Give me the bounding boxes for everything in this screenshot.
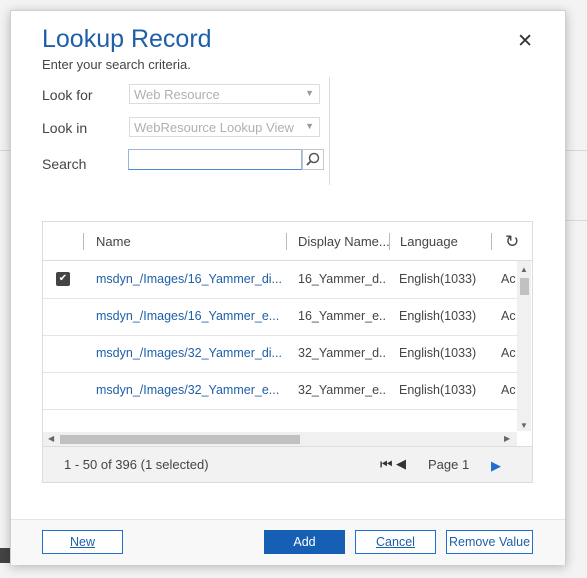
close-icon[interactable]: ✕ bbox=[517, 32, 533, 51]
scroll-right-icon[interactable]: ▶ bbox=[504, 434, 510, 443]
row-language: English(1033) bbox=[399, 309, 477, 323]
look-in-select[interactable]: WebResource Lookup View ▼ bbox=[129, 117, 320, 137]
row-status: Ac bbox=[501, 346, 516, 360]
dialog-title: Lookup Record bbox=[42, 25, 212, 53]
vertical-scrollbar[interactable]: ▲ ▼ bbox=[517, 261, 531, 431]
chevron-down-icon: ▼ bbox=[305, 88, 314, 98]
row-language: English(1033) bbox=[399, 272, 477, 286]
table-row[interactable]: msdyn_/Images/16_Yammer_e... 16_Yammer_e… bbox=[43, 298, 517, 336]
row-checkbox-checked[interactable]: ✔ bbox=[56, 272, 70, 286]
search-input[interactable] bbox=[128, 149, 302, 170]
table-row[interactable]: ✔ msdyn_/Images/16_Yammer_di... 16_Yamme… bbox=[43, 261, 517, 299]
row-name-link[interactable]: msdyn_/Images/16_Yammer_e... bbox=[96, 309, 283, 323]
cancel-button[interactable]: Cancel bbox=[355, 530, 436, 554]
search-button[interactable] bbox=[302, 149, 324, 170]
row-status: Ac bbox=[501, 383, 516, 397]
search-icon bbox=[306, 152, 320, 166]
row-status: Ac bbox=[501, 272, 516, 286]
first-page-icon[interactable]: ⏮ bbox=[380, 456, 393, 473]
column-separator[interactable] bbox=[286, 233, 287, 250]
remove-value-button-label: Remove Value bbox=[448, 535, 531, 549]
chevron-down-icon: ▼ bbox=[305, 121, 314, 131]
row-name-link[interactable]: msdyn_/Images/32_Yammer_di... bbox=[96, 346, 283, 360]
next-page-icon[interactable]: ▶ bbox=[491, 458, 501, 474]
grid-header: Name Display Name... Language ↻ bbox=[43, 222, 532, 261]
column-separator bbox=[83, 233, 84, 250]
dialog-footer: New Add Cancel Remove Value bbox=[11, 519, 565, 565]
grid-footer: 1 - 50 of 396 (1 selected) ⏮ ◀ Page 1 ▶ bbox=[43, 446, 532, 482]
background-divider bbox=[0, 150, 10, 151]
row-name-link[interactable]: msdyn_/Images/32_Yammer_e... bbox=[96, 383, 283, 397]
row-language: English(1033) bbox=[399, 346, 477, 360]
look-in-value: WebResource Lookup View bbox=[134, 120, 294, 135]
row-display-name: 32_Yammer_e... bbox=[298, 383, 386, 397]
page-indicator: Page 1 bbox=[428, 457, 470, 472]
scroll-thumb[interactable] bbox=[520, 278, 529, 295]
search-label: Search bbox=[42, 156, 87, 172]
remove-value-button[interactable]: Remove Value bbox=[446, 530, 533, 554]
background-divider bbox=[564, 150, 587, 151]
background-divider bbox=[564, 220, 587, 221]
look-for-select[interactable]: Web Resource ▼ bbox=[129, 84, 320, 104]
column-header-display-name[interactable]: Display Name... bbox=[298, 234, 390, 249]
lookup-record-dialog: Lookup Record Enter your search criteria… bbox=[10, 10, 566, 565]
look-for-label: Look for bbox=[42, 87, 93, 103]
column-separator[interactable] bbox=[389, 233, 390, 250]
previous-page-icon[interactable]: ◀ bbox=[396, 456, 406, 472]
row-name-link[interactable]: msdyn_/Images/16_Yammer_di... bbox=[96, 272, 283, 286]
horizontal-scrollbar[interactable]: ◀ ▶ bbox=[43, 432, 517, 446]
row-display-name: 32_Yammer_d... bbox=[298, 346, 386, 360]
table-row[interactable]: msdyn_/Images/32_Yammer_di... 32_Yammer_… bbox=[43, 335, 517, 373]
row-display-name: 16_Yammer_e... bbox=[298, 309, 386, 323]
scroll-thumb[interactable] bbox=[60, 435, 300, 444]
dialog-subtitle: Enter your search criteria. bbox=[42, 57, 191, 72]
look-for-value: Web Resource bbox=[134, 87, 220, 102]
column-header-name[interactable]: Name bbox=[96, 234, 131, 249]
look-in-label: Look in bbox=[42, 120, 88, 136]
column-separator[interactable] bbox=[491, 233, 492, 250]
new-button-label: New bbox=[69, 535, 95, 549]
add-button-label: Add bbox=[293, 535, 316, 549]
table-row[interactable]: msdyn_/Images/32_Yammer_e... 32_Yammer_e… bbox=[43, 372, 517, 410]
scroll-down-icon[interactable]: ▼ bbox=[520, 421, 528, 430]
row-language: English(1033) bbox=[399, 383, 477, 397]
row-status: Ac bbox=[501, 309, 516, 323]
scroll-left-icon[interactable]: ◀ bbox=[48, 434, 54, 443]
cancel-button-label: Cancel bbox=[376, 535, 415, 549]
results-grid: Name Display Name... Language ↻ ✔ msdyn_… bbox=[42, 221, 533, 483]
column-header-language[interactable]: Language bbox=[400, 234, 458, 249]
background-panel bbox=[0, 548, 10, 563]
row-display-name: 16_Yammer_d... bbox=[298, 272, 386, 286]
refresh-icon[interactable]: ↻ bbox=[505, 232, 519, 252]
form-divider bbox=[329, 77, 330, 185]
new-button[interactable]: New bbox=[42, 530, 123, 554]
record-count: 1 - 50 of 396 (1 selected) bbox=[64, 457, 209, 472]
add-button[interactable]: Add bbox=[264, 530, 345, 554]
scroll-up-icon[interactable]: ▲ bbox=[520, 265, 528, 274]
